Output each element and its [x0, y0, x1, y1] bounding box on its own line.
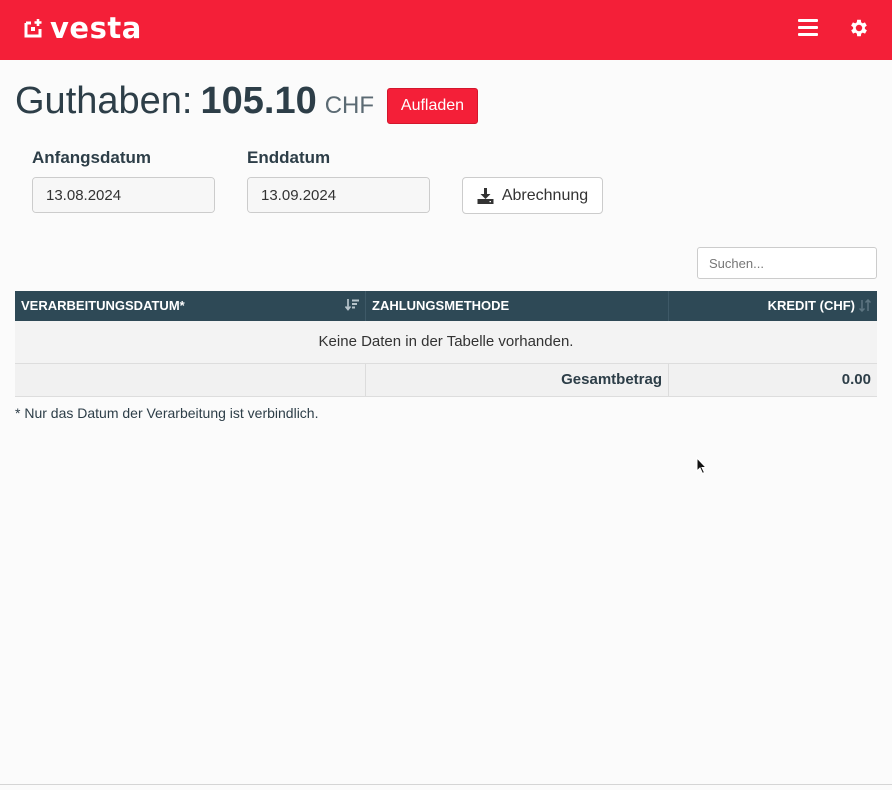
gear-icon[interactable] [848, 17, 870, 39]
end-date-input[interactable] [248, 178, 429, 212]
column-header-credit[interactable]: KREDIT (CHF) [669, 291, 877, 321]
footer-total-value: 0.00 [841, 371, 871, 388]
download-icon [477, 187, 494, 204]
transactions-table: VERARBEITUNGSDATUM* ZAHLUNGSMETHODE KRED… [15, 291, 877, 397]
balance-amount: 105.10 [200, 80, 317, 122]
search-input[interactable] [697, 247, 877, 279]
vesta-logo[interactable]: vesta [24, 13, 142, 43]
logo-text: vesta [50, 11, 142, 45]
topup-button[interactable]: Aufladen [387, 88, 478, 124]
logo-mark-icon [24, 19, 42, 38]
export-button-label: Abrechnung [501, 186, 589, 204]
start-date-group [32, 177, 215, 213]
table-footer: Gesamtbetrag 0.00 [15, 364, 877, 397]
hamburger-icon[interactable] [798, 19, 818, 37]
footnote: * Nur das Datum der Verarbeitung ist ver… [15, 405, 319, 421]
balance-display: Guthaben: 105.10 CHF [15, 80, 374, 130]
mouse-cursor-icon [696, 457, 708, 475]
top-navbar: vesta [0, 0, 892, 60]
balance-currency: CHF [324, 92, 375, 119]
table-empty-row: Keine Daten in der Tabelle vorhanden. [15, 321, 877, 364]
balance-label: Guthaben: [15, 80, 193, 122]
start-date-input[interactable] [33, 178, 214, 212]
column-header-processing-date[interactable]: VERARBEITUNGSDATUM* [15, 291, 366, 321]
bottom-divider [0, 784, 892, 785]
table-header: VERARBEITUNGSDATUM* ZAHLUNGSMETHODE KRED… [15, 291, 877, 321]
export-statement-button[interactable]: Abrechnung [462, 177, 603, 214]
sort-desc-icon [345, 299, 359, 311]
footer-empty-cell [15, 364, 366, 396]
footer-total-label: Gesamtbetrag [366, 364, 669, 396]
column-header-payment-method[interactable]: ZAHLUNGSMETHODE [366, 291, 669, 321]
sort-both-icon [859, 299, 871, 312]
end-date-label: Enddatum [247, 148, 331, 167]
end-date-group [247, 177, 430, 213]
start-date-label: Anfangsdatum [32, 148, 151, 167]
